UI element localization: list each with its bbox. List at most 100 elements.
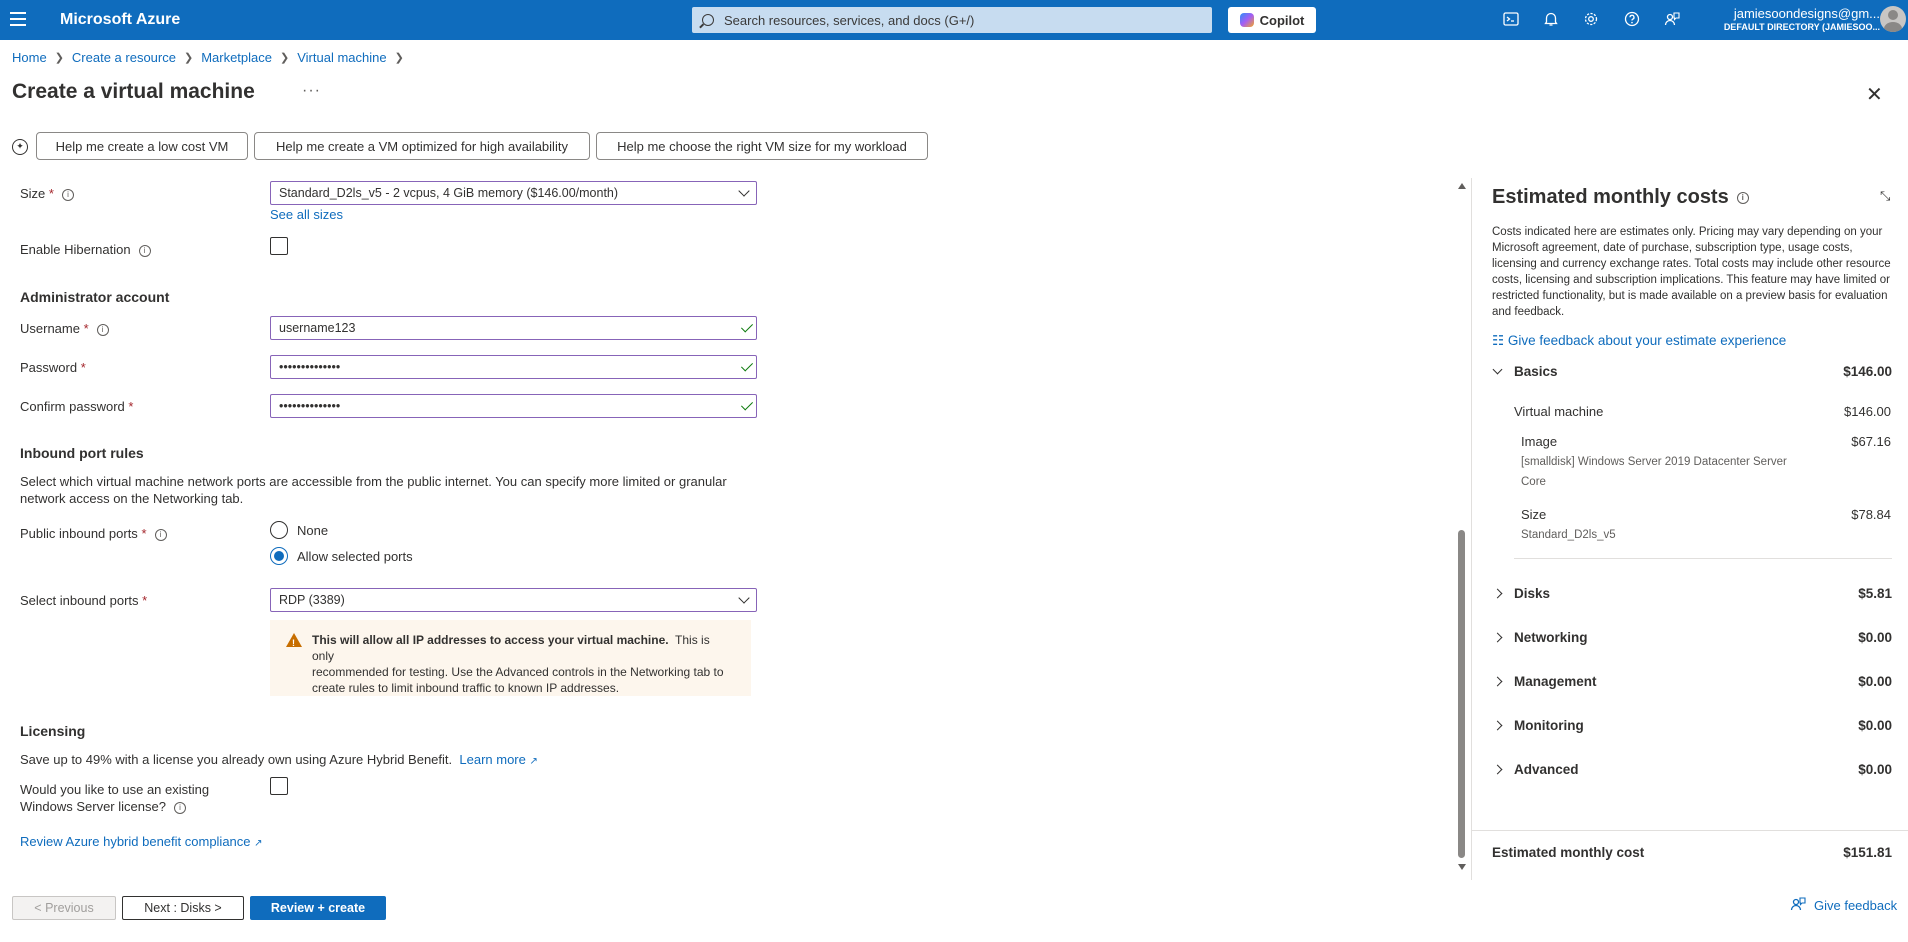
warning-icon <box>286 633 302 651</box>
password-label: Password * <box>20 360 86 375</box>
username-value: username123 <box>279 321 356 335</box>
password-value: •••••••••••••• <box>279 360 341 374</box>
chevron-right-icon: ❯ <box>394 52 404 64</box>
size-cost-detail: Standard_D2ls_v5 <box>1521 529 1616 541</box>
estimate-feedback-link[interactable]: ☷ Give feedback about your estimate expe… <box>1492 333 1786 349</box>
image-cost-detail: [smalldisk] Windows Server 2019 Datacent… <box>1521 456 1787 488</box>
inbound-ports-select[interactable]: RDP (3389) <box>270 588 757 612</box>
valid-checkmark-icon <box>740 359 754 372</box>
help-vm-size-button[interactable]: Help me choose the right VM size for my … <box>596 132 928 160</box>
close-icon[interactable]: ✕ <box>1866 82 1883 107</box>
chevron-right-icon <box>1492 764 1503 775</box>
copilot-label: Copilot <box>1259 12 1305 28</box>
breadcrumb-home[interactable]: Home <box>12 50 47 65</box>
external-link-icon: ↗ <box>254 838 263 849</box>
collapse-panel-icon[interactable]: ⤡ <box>1880 188 1890 204</box>
licensing-description: Save up to 49% with a license you alread… <box>20 752 538 767</box>
divider <box>1472 830 1908 831</box>
chevron-down-icon <box>1492 364 1503 375</box>
valid-checkmark-icon <box>740 398 754 411</box>
hibernation-label: Enable Hibernation i <box>20 242 151 257</box>
chevron-right-icon <box>1492 676 1503 687</box>
username-input[interactable]: username123 <box>270 316 757 340</box>
chevron-right-icon <box>1492 588 1503 599</box>
feedback-icon <box>1790 896 1806 915</box>
help-low-cost-vm-button[interactable]: Help me create a low cost VM <box>36 132 248 160</box>
search-placeholder: Search resources, services, and docs (G+… <box>724 12 975 28</box>
help-high-availability-button[interactable]: Help me create a VM optimized for high a… <box>254 132 590 160</box>
chevron-right-icon: ❯ <box>280 52 290 64</box>
search-input[interactable]: Search resources, services, and docs (G+… <box>692 7 1212 33</box>
valid-checkmark-icon <box>740 320 754 333</box>
copilot-button[interactable]: Copilot <box>1228 7 1316 33</box>
learn-more-link[interactable]: Learn more ↗ <box>459 752 538 767</box>
vm-cost-label: Virtual machine <box>1514 404 1604 419</box>
costs-description: Costs indicated here are estimates only.… <box>1492 226 1891 318</box>
chevron-right-icon <box>1492 720 1503 731</box>
help-icon[interactable] <box>1623 11 1641 29</box>
hibernation-checkbox[interactable] <box>270 237 288 255</box>
size-cost-amount: $78.84 <box>1851 507 1891 522</box>
user-account[interactable]: jamiesoondesigns@gm... DEFAULT DIRECTORY… <box>1712 6 1880 32</box>
breadcrumb-marketplace[interactable]: Marketplace <box>201 50 272 65</box>
chevron-right-icon <box>1492 632 1503 643</box>
info-icon[interactable]: i <box>173 801 186 814</box>
avatar[interactable] <box>1880 6 1906 32</box>
scroll-up-arrow[interactable] <box>1458 183 1466 189</box>
password-input[interactable]: •••••••••••••• <box>270 355 757 379</box>
info-icon[interactable]: i <box>1736 191 1749 204</box>
portal-brand[interactable]: Microsoft Azure <box>60 11 180 29</box>
cloud-shell-icon[interactable] <box>1502 11 1520 29</box>
copilot-icon <box>1239 13 1254 27</box>
confirm-password-input[interactable]: •••••••••••••• <box>270 394 757 418</box>
user-directory: DEFAULT DIRECTORY (JAMIESOO... <box>1723 22 1880 32</box>
previous-button[interactable]: < Previous <box>12 896 116 920</box>
size-select[interactable]: Standard_D2ls_v5 - 2 vcpus, 4 GiB memory… <box>270 181 757 205</box>
chevron-right-icon: ❯ <box>54 52 64 64</box>
info-icon[interactable]: i <box>61 188 74 201</box>
menu-icon[interactable] <box>10 12 26 28</box>
breadcrumb-virtual-machine[interactable]: Virtual machine <box>297 50 386 65</box>
search-icon <box>702 14 714 26</box>
costs-title: Estimated monthly costs i <box>1492 186 1749 209</box>
confirm-password-label: Confirm password * <box>20 399 134 414</box>
feedback-icon: ☷ <box>1492 333 1508 348</box>
scrollbar-thumb[interactable] <box>1458 530 1465 858</box>
licensing-heading: Licensing <box>20 723 86 739</box>
next-disks-button[interactable]: Next : Disks > <box>122 896 244 920</box>
review-create-button[interactable]: Review + create <box>250 896 386 920</box>
radio-none[interactable] <box>270 521 288 539</box>
size-cost-label: Size <box>1521 507 1547 522</box>
give-feedback-link[interactable]: Give feedback <box>1790 896 1897 915</box>
radio-allow-selected[interactable] <box>270 547 288 565</box>
chevron-right-icon: ❯ <box>183 52 194 64</box>
feedback-icon[interactable] <box>1663 11 1681 29</box>
radio-allow-selected-label: Allow selected ports <box>297 549 413 564</box>
settings-icon[interactable] <box>1582 11 1600 29</box>
info-icon[interactable]: i <box>154 528 167 541</box>
scroll-down-arrow[interactable] <box>1458 864 1466 870</box>
see-all-sizes-link[interactable]: See all sizes <box>270 207 343 222</box>
inbound-ports-value: RDP (3389) <box>279 593 345 607</box>
notifications-icon[interactable] <box>1542 11 1560 29</box>
estimated-costs-panel: Estimated monthly costs i ⤡ Costs indicat… <box>1471 178 1908 880</box>
copilot-prompt-icon: ✦ <box>12 139 28 155</box>
breadcrumb: Home ❯ Create a resource ❯ Marketplace ❯… <box>12 50 412 65</box>
existing-license-checkbox[interactable] <box>270 777 288 795</box>
info-icon[interactable]: i <box>96 323 109 336</box>
inbound-rules-heading: Inbound port rules <box>20 445 144 461</box>
select-inbound-ports-label: Select inbound ports * <box>20 593 148 608</box>
review-compliance-link[interactable]: Review Azure hybrid benefit compliance ↗ <box>20 834 263 849</box>
breadcrumb-create-resource[interactable]: Create a resource <box>72 50 176 65</box>
chevron-down-icon <box>738 185 750 197</box>
vm-cost-amount: $146.00 <box>1844 404 1891 419</box>
more-options-icon[interactable]: ··· <box>302 82 321 100</box>
size-select-value: Standard_D2ls_v5 - 2 vcpus, 4 GiB memory… <box>279 186 619 200</box>
image-cost-amount: $67.16 <box>1851 434 1891 449</box>
public-inbound-ports-label: Public inbound ports * i <box>20 526 167 541</box>
chevron-down-icon <box>738 592 750 604</box>
warning-message: This will allow all IP addresses to acce… <box>270 620 751 696</box>
info-icon[interactable]: i <box>138 244 151 257</box>
existing-license-label: Would you like to use an existing Window… <box>20 782 210 814</box>
page-title: Create a virtual machine <box>12 80 255 103</box>
